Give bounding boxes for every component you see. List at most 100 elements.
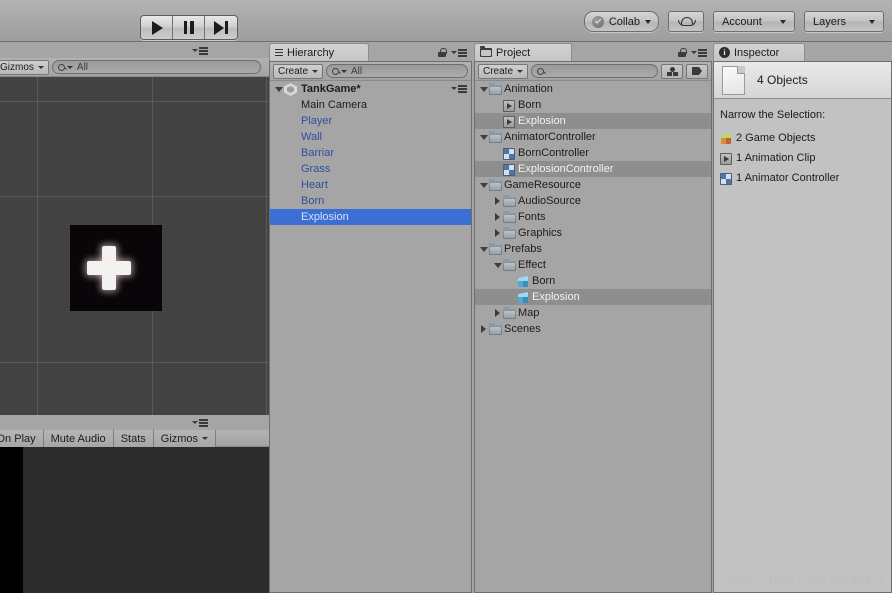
chevron-right-icon[interactable] — [492, 229, 503, 237]
filter-by-type-button[interactable] — [661, 63, 683, 79]
project-menu-icon[interactable] — [690, 49, 707, 57]
watermark: https://blog.csdn.net/Bilter — [728, 573, 884, 588]
chevron-down-icon[interactable] — [478, 86, 489, 92]
stats-button[interactable]: Stats — [113, 430, 154, 447]
account-button[interactable]: Account — [713, 11, 795, 32]
narrow-item-clip[interactable]: 1 Animation Clip — [720, 148, 891, 168]
folder-icon — [489, 242, 502, 255]
layers-button[interactable]: Layers — [804, 11, 884, 32]
pause-icon — [183, 21, 194, 34]
hierarchy-item-barriar[interactable]: Barriar — [270, 145, 471, 161]
project-item-icon — [503, 258, 518, 271]
scene-context-menu-icon[interactable] — [450, 85, 467, 93]
project-item-prefabs[interactable]: Prefabs — [475, 241, 711, 257]
project-item-fonts[interactable]: Fonts — [475, 209, 711, 225]
project-item-explosion[interactable]: Explosion — [475, 113, 711, 129]
filter-by-label-button[interactable] — [686, 63, 708, 79]
hierarchy-item-explosion[interactable]: Explosion — [270, 209, 471, 225]
project-panel: Project Create Animation Born Explosion … — [474, 43, 712, 593]
project-item-born[interactable]: Born — [475, 97, 711, 113]
main-toolbar: Collab Account Layers — [0, 0, 892, 42]
collab-button[interactable]: Collab — [583, 11, 659, 32]
lock-icon[interactable] — [678, 48, 687, 57]
project-item-map[interactable]: Map — [475, 305, 711, 321]
cloud-services-button[interactable] — [668, 11, 704, 32]
mute-audio-button[interactable]: Mute Audio — [43, 430, 114, 447]
project-item-icon — [489, 178, 504, 191]
hierarchy-create-button[interactable]: Create — [273, 63, 324, 79]
hierarchy-item-heart[interactable]: Heart — [270, 177, 471, 193]
tab-inspector[interactable]: i Inspector — [713, 43, 805, 61]
project-item-graphics[interactable]: Graphics — [475, 225, 711, 241]
tab-project[interactable]: Project — [474, 43, 572, 61]
project-item-explosion[interactable]: Explosion — [475, 289, 711, 305]
project-item-effect[interactable]: Effect — [475, 257, 711, 273]
game-view-menu-icon[interactable] — [191, 419, 208, 427]
hierarchy-item-born[interactable]: Born — [270, 193, 471, 209]
project-search-input[interactable] — [531, 64, 658, 78]
chevron-down-icon[interactable] — [478, 134, 489, 140]
gizmos-dropdown[interactable]: Gizmos — [0, 59, 49, 75]
project-item-list: Animation Born Explosion AnimatorController… — [475, 81, 711, 337]
maximize-on-play-button[interactable]: Maximize On Play — [0, 430, 44, 447]
hierarchy-item-label: Player — [301, 115, 333, 127]
chevron-down-icon[interactable] — [492, 262, 503, 268]
hierarchy-item-player[interactable]: Player — [270, 113, 471, 129]
tab-hierarchy[interactable]: Hierarchy — [269, 43, 369, 61]
scene-search-input[interactable]: All — [51, 60, 261, 74]
hierarchy-menu-icon[interactable] — [450, 49, 467, 57]
hierarchy-item-label: Main Camera — [301, 99, 368, 111]
unity-editor-window: Collab Account Layers Gizmos All On Play… — [0, 0, 892, 593]
gizmos-dropdown-game[interactable]: Gizmos — [153, 430, 217, 447]
hierarchy-item-grass[interactable]: Grass — [270, 161, 471, 177]
narrow-item-anim[interactable]: 1 Animator Controller — [720, 168, 891, 188]
game-viewport[interactable] — [0, 447, 270, 593]
scene-viewport[interactable] — [0, 77, 270, 415]
scene-view-menu-icon[interactable] — [191, 47, 208, 55]
project-create-label: Create — [483, 65, 514, 77]
chevron-right-icon[interactable] — [492, 197, 503, 205]
scene-view-panel: Gizmos All — [0, 43, 270, 415]
lock-icon[interactable] — [438, 48, 447, 57]
project-create-button[interactable]: Create — [478, 63, 529, 79]
chevron-down-icon[interactable] — [478, 182, 489, 188]
maximize-on-play-label: Maximize On Play — [0, 432, 36, 445]
play-button[interactable] — [141, 16, 173, 39]
chevron-right-icon[interactable] — [492, 213, 503, 221]
project-item-audiosource[interactable]: AudioSource — [475, 193, 711, 209]
chevron-right-icon[interactable] — [492, 309, 503, 317]
document-icon — [722, 65, 745, 95]
type-filter-icon — [666, 66, 678, 76]
project-item-borncontroller[interactable]: BornController — [475, 145, 711, 161]
chevron-down-icon[interactable] — [273, 86, 284, 92]
project-item-explosioncontroller[interactable]: ExplosionController — [475, 161, 711, 177]
info-icon: i — [719, 47, 730, 58]
project-item-label: ExplosionController — [518, 163, 614, 175]
collab-check-icon — [591, 15, 604, 28]
step-icon — [214, 20, 228, 35]
explosion-sprite[interactable] — [70, 225, 162, 311]
hierarchy-item-main-camera[interactable]: Main Camera — [270, 97, 471, 113]
hierarchy-item-wall[interactable]: Wall — [270, 129, 471, 145]
project-item-gameresource[interactable]: GameResource — [475, 177, 711, 193]
project-item-animatorcontroller[interactable]: AnimatorController — [475, 129, 711, 145]
project-body: Create Animation Born Explosion Animator… — [474, 61, 712, 593]
project-item-scenes[interactable]: Scenes — [475, 321, 711, 337]
chevron-down-icon[interactable] — [478, 246, 489, 252]
hierarchy-item-label: Wall — [301, 131, 322, 143]
hierarchy-search-input[interactable]: All — [326, 64, 468, 78]
unity-scene-icon — [284, 83, 297, 96]
animation-clip-icon — [720, 152, 732, 165]
chevron-right-icon[interactable] — [478, 325, 489, 333]
pause-button[interactable] — [173, 16, 205, 39]
folder-icon — [503, 210, 516, 223]
hierarchy-body: Create All TankGame* Main Camera Player … — [269, 61, 472, 593]
step-button[interactable] — [205, 16, 237, 39]
animation-clip-icon — [503, 115, 515, 128]
chevron-down-icon — [869, 19, 875, 24]
project-item-animation[interactable]: Animation — [475, 81, 711, 97]
game-view-toolbar: Maximize On Play Mute Audio Stats Gizmos — [0, 430, 270, 447]
hierarchy-scene-row[interactable]: TankGame* — [270, 81, 471, 97]
project-item-born[interactable]: Born — [475, 273, 711, 289]
narrow-item-go[interactable]: 2 Game Objects — [720, 128, 891, 148]
